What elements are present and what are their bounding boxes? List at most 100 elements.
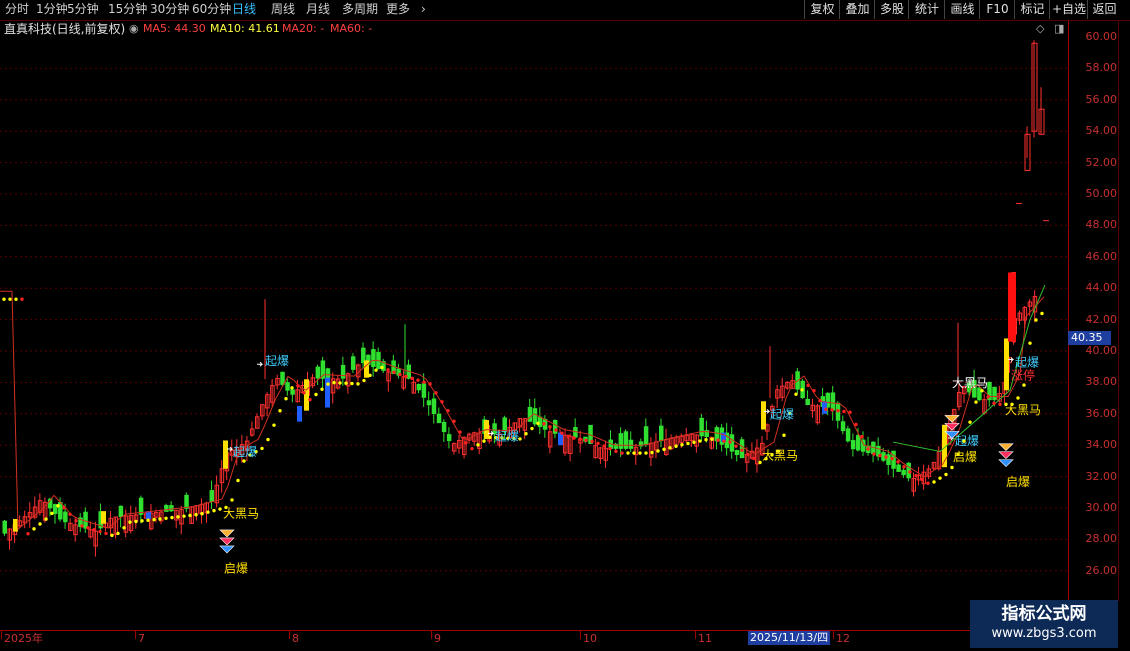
indicator-info-bar: 直真科技(日线,前复权) ◉ MA5: 44.30 MA10: 41.61 MA… — [0, 21, 1060, 37]
signal-bar — [1004, 338, 1009, 391]
trend-dot — [356, 382, 360, 386]
ma60-value: MA60: - — [330, 22, 373, 35]
trend-dot — [932, 480, 936, 484]
candle-body — [537, 416, 543, 428]
trend-dot — [650, 450, 654, 455]
signal-bar — [822, 401, 827, 414]
label-dahema: 大黑马 — [1005, 403, 1041, 417]
signal-bar — [297, 405, 302, 422]
price-axis: 60.00 58.00 56.00 54.00 52.00 50.00 48.00 46.00… — [1068, 21, 1119, 630]
price-tick-label: 30.00 — [1085, 501, 1118, 514]
trend-dot — [806, 383, 810, 388]
gem-icon — [219, 545, 235, 554]
toolbar-button-8[interactable]: 返回 — [1087, 0, 1121, 19]
settings-icon[interactable]: ◉ — [129, 21, 139, 37]
toolbar-button-5[interactable]: F10 — [979, 0, 1015, 19]
label-qibao2: 启爆 — [953, 450, 977, 464]
trend-dot — [140, 519, 144, 523]
period-tab-6[interactable]: 日线 — [232, 2, 256, 17]
candle-body — [618, 433, 624, 449]
period-tab-5[interactable]: 60分钟 — [192, 2, 231, 17]
candle-body — [734, 450, 740, 456]
candle-body — [416, 383, 422, 391]
panel-icon[interactable]: ◨ — [1054, 22, 1064, 35]
trend-dot — [896, 460, 900, 464]
trend-dot — [386, 368, 390, 372]
trend-dot — [926, 481, 930, 485]
trend-dot — [572, 436, 576, 440]
period-tab-7[interactable]: 周线 — [271, 2, 295, 17]
trend-dot — [812, 388, 816, 393]
period-tab-1[interactable]: 1分钟 — [36, 2, 68, 17]
period-tab-3[interactable]: 15分钟 — [108, 2, 147, 17]
date-separator — [580, 631, 581, 639]
signal-bar — [223, 440, 228, 469]
toolbar-button-7[interactable]: +自选 — [1049, 0, 1088, 19]
date-tick-label: 11 — [698, 632, 712, 645]
candle-body — [845, 428, 851, 442]
candle-body — [643, 426, 649, 446]
price-tick-label: 32.00 — [1085, 469, 1118, 483]
candlestick-chart[interactable]: 起爆起爆起爆起爆起爆起爆大黑马大黑马大黑马大黑马启爆启爆启爆涨停 — [0, 38, 1068, 630]
toolbar-button-6[interactable]: 标记 — [1014, 0, 1050, 19]
trend-dot — [950, 465, 954, 470]
label-qibao: 起爆 — [495, 429, 519, 443]
price-tick-label: 52.00 — [1085, 155, 1118, 169]
price-tick-label: 44.00 — [1085, 281, 1118, 295]
trend-dot — [200, 512, 204, 516]
trend-dot — [818, 399, 822, 403]
candle-body — [164, 505, 169, 512]
period-tab-9[interactable]: 多周期 — [342, 2, 378, 17]
candle-body — [623, 431, 629, 449]
trend-dot — [668, 446, 672, 450]
period-tab-0[interactable]: 分时 — [5, 2, 29, 17]
candle-body — [855, 435, 861, 451]
watermark: 指标公式网 www.zbgs3.com — [970, 600, 1118, 648]
trend-dot — [722, 439, 726, 443]
trend-dot — [986, 395, 990, 399]
trend-dot — [188, 513, 192, 518]
trend-dot — [482, 439, 486, 443]
toolbar-button-2[interactable]: 多股 — [874, 0, 909, 19]
trend-dot — [1040, 311, 1044, 316]
trend-dot — [644, 451, 648, 455]
trend-dot — [740, 448, 744, 452]
trend-dot — [584, 438, 588, 443]
diamond-icon[interactable]: ◇ — [1036, 22, 1044, 35]
chevron-right-icon[interactable]: › — [421, 2, 426, 17]
trend-dot — [968, 420, 972, 424]
trend-dot — [176, 515, 180, 519]
trend-dot — [470, 446, 474, 451]
toolbar-button-0[interactable]: 复权 — [804, 0, 840, 19]
limit-up-bar — [1008, 272, 1016, 342]
trend-dot — [92, 527, 96, 532]
trend-dot — [782, 433, 786, 437]
candle-body — [830, 392, 836, 411]
toolbar-button-1[interactable]: 叠加 — [839, 0, 875, 19]
period-tab-2[interactable]: 5分钟 — [67, 2, 99, 17]
trend-dot — [878, 453, 882, 458]
signal-bar — [761, 401, 766, 430]
period-tab-10[interactable]: 更多 — [386, 2, 410, 17]
gem-icon — [219, 537, 235, 546]
trend-dot — [1028, 341, 1032, 345]
date-separator — [431, 631, 432, 639]
gem-icon — [998, 459, 1014, 468]
label-dahema: 大黑马 — [762, 448, 798, 462]
period-tab-4[interactable]: 30分钟 — [150, 2, 189, 17]
trend-dot — [488, 435, 492, 440]
toolbar-button-3[interactable]: 统计 — [908, 0, 945, 19]
trend-dot — [158, 517, 162, 521]
trend-dot — [326, 382, 330, 386]
gem-icon — [998, 443, 1014, 452]
date-tick-label: 2025年 — [4, 632, 43, 645]
trend-dot — [338, 381, 342, 385]
trend-dot — [230, 498, 234, 502]
trend-dot — [434, 391, 438, 395]
trend-dot — [620, 451, 624, 455]
toolbar-button-4[interactable]: 画线 — [944, 0, 980, 19]
trend-dot — [920, 477, 924, 482]
trend-dot — [938, 476, 942, 480]
stock-name: 直真科技(日线,前复权) — [4, 22, 126, 36]
period-tab-8[interactable]: 月线 — [306, 2, 330, 17]
